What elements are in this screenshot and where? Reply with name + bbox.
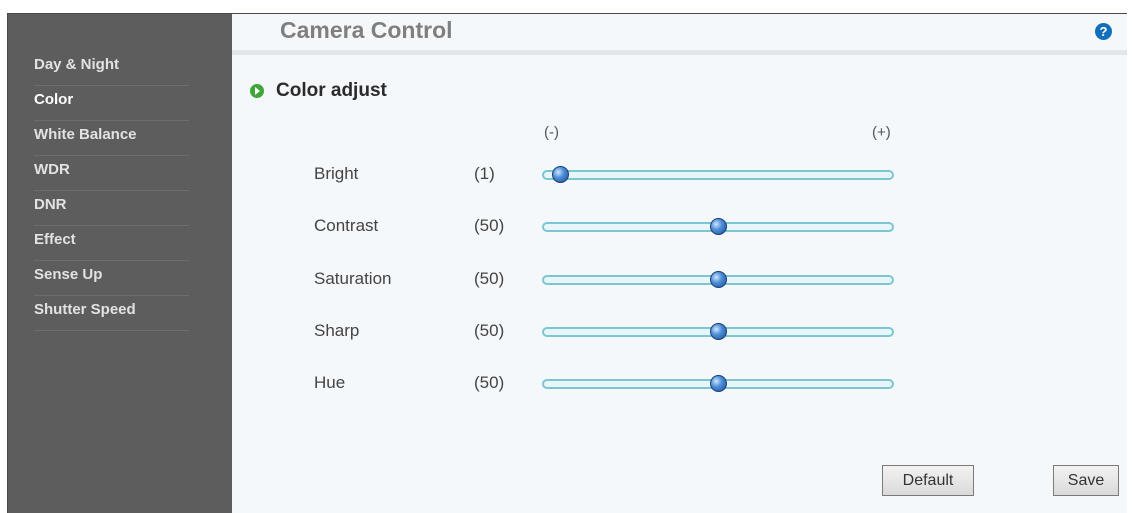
slider-label: Saturation bbox=[314, 269, 392, 288]
slider-row-sharp: Sharp (50) bbox=[232, 317, 1127, 347]
slider-value: (50) bbox=[474, 269, 505, 288]
sidebar-menu: Day & Night Color White Balance WDR DNR … bbox=[34, 52, 189, 332]
color-adjust-header: Color adjust bbox=[250, 80, 387, 102]
slider-row-bright: Bright (1) bbox=[232, 160, 1127, 190]
saturation-slider-track[interactable] bbox=[542, 271, 894, 288]
slider-value: (50) bbox=[474, 373, 505, 392]
slider-row-saturation: Saturation (50) bbox=[232, 265, 1127, 295]
sidebar: Day & Night Color White Balance WDR DNR … bbox=[8, 14, 232, 513]
sharp-slider-thumb[interactable] bbox=[710, 323, 727, 340]
contrast-slider-track[interactable] bbox=[542, 218, 894, 235]
saturation-slider-thumb[interactable] bbox=[710, 271, 727, 288]
slider-value: (50) bbox=[474, 216, 505, 235]
hue-slider-thumb[interactable] bbox=[710, 375, 727, 392]
sidebar-item-shutter-speed[interactable]: Shutter Speed bbox=[34, 297, 189, 331]
contrast-slider-thumb[interactable] bbox=[710, 218, 727, 235]
sidebar-item-wdr[interactable]: WDR bbox=[34, 157, 189, 191]
camera-control-frame: Day & Night Color White Balance WDR DNR … bbox=[7, 13, 1127, 513]
scale-max-label: (+) bbox=[872, 124, 891, 141]
main-panel: Camera Control ? Color adjust (-) (+) Br… bbox=[232, 14, 1127, 513]
default-button[interactable]: Default bbox=[882, 465, 974, 496]
sidebar-item-day-night[interactable]: Day & Night bbox=[34, 52, 189, 86]
section-title: Color adjust bbox=[276, 80, 387, 101]
slider-row-hue: Hue (50) bbox=[232, 369, 1127, 399]
bright-slider-thumb[interactable] bbox=[552, 166, 569, 183]
slider-value: (1) bbox=[474, 164, 495, 183]
bright-slider-track[interactable] bbox=[542, 166, 894, 183]
title-bar: Camera Control ? bbox=[232, 14, 1127, 55]
slider-row-contrast: Contrast (50) bbox=[232, 212, 1127, 242]
page-title: Camera Control bbox=[280, 17, 453, 43]
sidebar-item-white-balance[interactable]: White Balance bbox=[34, 122, 189, 156]
help-icon[interactable]: ? bbox=[1095, 23, 1112, 40]
sidebar-item-sense-up[interactable]: Sense Up bbox=[34, 262, 189, 296]
sharp-slider-track[interactable] bbox=[542, 323, 894, 340]
slider-label: Contrast bbox=[314, 216, 379, 235]
slider-value: (50) bbox=[474, 321, 505, 340]
slider-label: Bright bbox=[314, 164, 359, 183]
slider-label: Hue bbox=[314, 373, 346, 392]
sidebar-item-effect[interactable]: Effect bbox=[34, 227, 189, 261]
slider-label: Sharp bbox=[314, 321, 360, 340]
save-button[interactable]: Save bbox=[1053, 465, 1119, 496]
green-arrow-bullet-icon bbox=[250, 84, 264, 98]
scale-min-label: (-) bbox=[544, 124, 559, 141]
hue-slider-track[interactable] bbox=[542, 375, 894, 392]
sidebar-item-color[interactable]: Color bbox=[34, 87, 189, 121]
sidebar-item-dnr[interactable]: DNR bbox=[34, 192, 189, 226]
